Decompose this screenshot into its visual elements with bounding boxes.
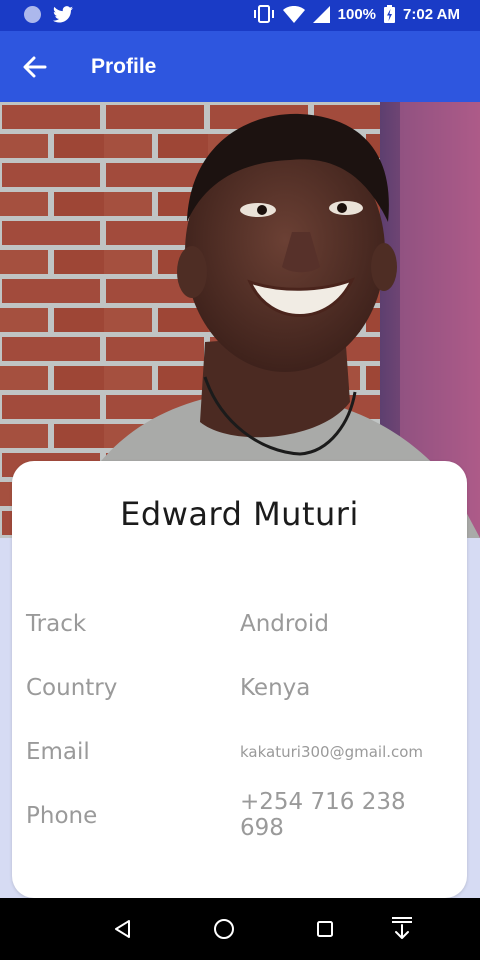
notification-dot-icon (24, 6, 41, 23)
back-triangle-icon (115, 920, 130, 938)
country-label: Country (26, 675, 118, 701)
nav-back-button[interactable] (110, 916, 136, 942)
battery-charging-icon (384, 5, 396, 23)
email-value[interactable]: kakaturi300@gmail.com (240, 743, 423, 761)
vibrate-icon (253, 5, 274, 23)
recents-square-icon (317, 921, 333, 937)
country-value: Kenya (240, 675, 311, 701)
status-bar: 100% 7:02 AM (0, 0, 480, 31)
nav-bar (0, 898, 480, 960)
email-label: Email (26, 739, 90, 765)
wifi-icon (282, 5, 305, 23)
country-row: Country Kenya (26, 675, 456, 715)
profile-card: Edward Muturi Track Android Country Keny… (12, 461, 467, 898)
page-title: Profile (91, 55, 157, 78)
track-row: Track Android (26, 611, 456, 651)
battery-percent: 100% (337, 5, 377, 23)
arrow-left-icon (23, 56, 47, 78)
phone-value[interactable]: +254 716 238 698 (240, 789, 456, 841)
nav-download-button[interactable] (389, 916, 415, 942)
back-button[interactable] (20, 53, 50, 81)
nav-home-button[interactable] (211, 916, 237, 942)
profile-name: Edward Muturi (120, 495, 359, 533)
track-label: Track (26, 611, 87, 637)
home-circle-icon (214, 919, 234, 939)
app-bar: Profile (0, 31, 480, 102)
nav-recents-button[interactable] (312, 916, 338, 942)
cell-signal-icon (312, 5, 330, 23)
email-row: Email kakaturi300@gmail.com (26, 739, 456, 779)
clock: 7:02 AM (403, 5, 460, 23)
twitter-icon (53, 6, 73, 23)
track-value: Android (240, 611, 329, 637)
phone-row: Phone +254 716 238 698 (26, 789, 456, 843)
phone-label: Phone (26, 803, 98, 829)
download-arrow-icon (392, 917, 412, 939)
